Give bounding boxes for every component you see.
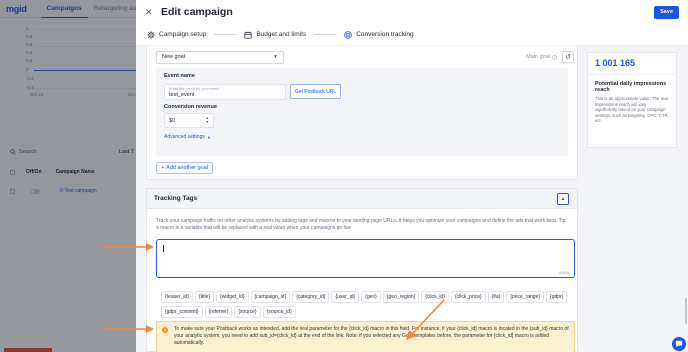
annotation-arrow-icon xyxy=(406,299,445,340)
chat-button[interactable] xyxy=(672,337,686,351)
get-postback-url-button[interactable]: Get Postback URL xyxy=(290,84,341,99)
char-counter: 0/800 xyxy=(558,270,569,275)
main-goal-label: Main goal xyxy=(526,54,557,60)
macro-chip[interactable]: {gdpr_consent} xyxy=(161,306,203,318)
event-name-input[interactable]: Enter the name for your event test_event xyxy=(164,84,286,100)
info-icon xyxy=(552,54,557,60)
step-conversion-tracking[interactable]: Conversion tracking xyxy=(344,30,414,39)
tracking-tags-card: Tracking Tags ▲ Track your campaign traf… xyxy=(146,188,578,352)
event-name-label: Event name xyxy=(164,73,195,79)
chevron-down-icon: ▼ xyxy=(273,54,278,60)
step-label: Budget and limits xyxy=(256,31,307,38)
step-label: Conversion tracking xyxy=(356,31,414,38)
calendar-icon xyxy=(244,31,252,39)
postback-notice: ! To make sure your Postback works as in… xyxy=(156,321,575,352)
impressions-value: 1 001 165 xyxy=(587,52,677,74)
step-label: Campaign setup xyxy=(159,31,207,38)
scrollbar[interactable] xyxy=(685,298,687,324)
impressions-description: This is an approximate value. The real i… xyxy=(595,96,669,124)
impressions-title: Potential daily impressions reach xyxy=(595,81,667,93)
close-icon[interactable]: ✕ xyxy=(145,7,153,18)
macro-chip[interactable]: {source} xyxy=(234,306,261,318)
warning-icon: ! xyxy=(162,327,168,333)
save-button[interactable]: Save xyxy=(654,5,679,19)
modal-header: ✕ Edit campaign Save xyxy=(136,0,688,24)
tracking-tags-title: Tracking Tags xyxy=(154,195,198,202)
goal-card: New goal ▼ Main goal ↺ Event name Enter … xyxy=(146,46,578,180)
impressions-panel: 1 001 165 Potential daily impressions re… xyxy=(587,52,677,352)
modal-title: Edit campaign xyxy=(161,6,233,18)
macro-chip[interactable]: {teaser_id} xyxy=(161,291,193,303)
macro-chip[interactable]: {geo} xyxy=(361,291,381,303)
add-another-goal-button[interactable]: + Add another goal xyxy=(156,162,213,174)
gear-icon xyxy=(147,30,155,39)
tracking-tags-header: Tracking Tags ▲ xyxy=(147,189,577,209)
event-name-value: test_event xyxy=(169,92,195,98)
goal-select[interactable]: New goal ▼ xyxy=(156,50,284,64)
plus-icon: + xyxy=(160,165,165,171)
macro-chip[interactable]: {widget_id} xyxy=(216,291,249,303)
chat-icon xyxy=(675,340,683,348)
macro-chip[interactable]: {click_price} xyxy=(450,291,486,303)
macro-chip[interactable]: {price_range} xyxy=(506,291,545,303)
tracking-tags-description: Track your campaign traffic on other ana… xyxy=(156,218,567,231)
step-nav: Campaign setup Budget and limits Convers… xyxy=(136,24,688,46)
event-settings: Event name Enter the name for your event… xyxy=(156,68,568,156)
reset-goal-button[interactable]: ↺ xyxy=(562,51,574,63)
macro-chip[interactable]: {user_id} xyxy=(331,291,360,303)
goal-select-value: New goal xyxy=(162,54,185,60)
target-icon xyxy=(344,30,352,39)
revenue-value: $0 xyxy=(169,117,176,124)
notice-text: To make sure your Postback works as inte… xyxy=(174,326,569,346)
macro-chip[interactable]: {gdpr} xyxy=(546,291,568,303)
step-campaign-setup[interactable]: Campaign setup xyxy=(147,30,207,39)
tracking-tags-input[interactable]: 0/800 xyxy=(156,239,575,278)
chevron-down-icon: ▼ xyxy=(206,134,211,140)
macro-chip[interactable]: {campaign_id} xyxy=(250,291,291,303)
event-name-placeholder: Enter the name for your event xyxy=(169,87,220,91)
macro-chip[interactable]: {category_id} xyxy=(292,291,330,303)
annotation-arrow-icon xyxy=(102,325,154,333)
macro-list: {teaser_id} {title} {widget_id} {campaig… xyxy=(161,291,575,318)
conversion-revenue-label: Conversion revenue xyxy=(164,104,217,110)
macro-chip[interactable]: {referrer} xyxy=(204,306,233,318)
macro-chip[interactable]: {ifa} xyxy=(487,291,505,303)
macro-chip[interactable]: {source_id} xyxy=(262,306,296,318)
macro-chip[interactable]: {title} xyxy=(194,291,215,303)
modal-overlay[interactable] xyxy=(0,0,136,352)
impressions-info: Potential daily impressions reach This i… xyxy=(587,74,677,148)
text-caret xyxy=(163,245,164,252)
conversion-revenue-input[interactable]: $0 ▲ ▼ xyxy=(164,113,214,128)
advanced-settings-toggle[interactable]: Advanced settings ▼ xyxy=(164,134,211,140)
annotation-arrow-icon xyxy=(102,243,154,251)
stepper-icon[interactable]: ▲ ▼ xyxy=(206,116,209,124)
collapse-icon[interactable]: ▲ xyxy=(557,193,569,205)
step-budget-limits[interactable]: Budget and limits xyxy=(244,31,306,39)
